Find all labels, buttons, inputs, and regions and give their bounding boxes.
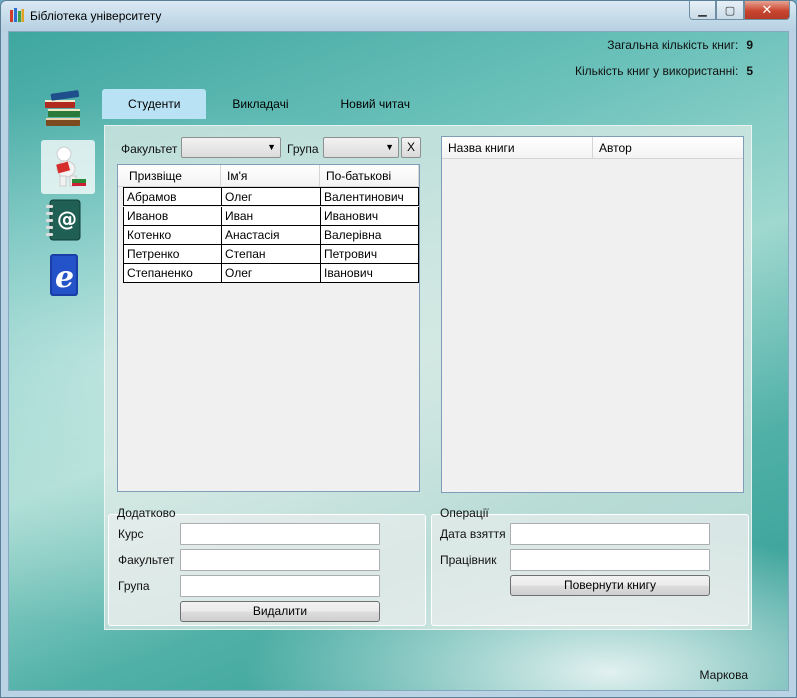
tab-label: Студенти <box>128 97 181 111</box>
column-header[interactable]: По-батькові <box>320 165 419 187</box>
date-taken-label: Дата взяття <box>440 527 506 541</box>
window-title: Бібліотека університету <box>30 9 162 23</box>
worker-label: Працівник <box>440 553 497 567</box>
author-label: Маркова <box>699 668 748 682</box>
table-cell: Иван <box>221 207 320 225</box>
tab-teachers[interactable]: Викладачі <box>206 89 314 119</box>
svg-text:@: @ <box>57 207 77 231</box>
date-taken-input[interactable] <box>510 523 710 545</box>
additional-group-title: Додатково <box>117 506 176 520</box>
group-filter-select[interactable]: ▼ <box>323 137 399 158</box>
clear-filter-button[interactable]: X <box>401 137 421 158</box>
delete-button[interactable]: Видалити <box>180 601 380 622</box>
title-bar[interactable]: Бібліотека університету ▁ ▢ ✕ <box>1 1 796 31</box>
group-input[interactable] <box>180 575 380 597</box>
table-row[interactable]: Абрамов Олег Валентинович <box>123 187 419 206</box>
group-filter-label: Група <box>287 142 319 156</box>
tab-students[interactable]: Студенти <box>102 89 207 119</box>
operations-group: Операції Дата взяття Працівник Повернути… <box>431 506 749 626</box>
table-row[interactable]: Иванов Иван Иванович <box>123 207 419 226</box>
address-book-icon[interactable]: @ <box>41 197 87 243</box>
chevron-down-icon: ▼ <box>385 142 394 152</box>
table-cell: Иванович <box>320 207 419 225</box>
course-label: Курс <box>118 527 144 541</box>
operations-group-title: Операції <box>440 506 489 520</box>
total-books-value: 9 <box>746 38 753 52</box>
column-header[interactable]: Призвіще <box>123 165 221 187</box>
total-books-label: Загальна кількість книг: <box>607 38 739 52</box>
faculty-filter-label: Факультет <box>121 142 178 156</box>
chevron-down-icon: ▼ <box>267 142 276 152</box>
books-icon[interactable] <box>41 87 87 133</box>
faculty-input[interactable] <box>180 549 380 571</box>
students-grid[interactable]: Призвіще Ім'я По-батькові Абрамов Олег В… <box>117 164 420 492</box>
tab-new-reader[interactable]: Новий читач <box>315 89 436 119</box>
table-cell: Котенко <box>123 226 221 244</box>
table-cell: Іванович <box>320 264 419 282</box>
minimize-button[interactable]: ▁ <box>689 1 716 20</box>
total-books-stat: Загальна кількість книг: 9 <box>607 38 753 52</box>
table-cell: Петренко <box>123 245 221 263</box>
window-controls: ▁ ▢ ✕ <box>689 1 790 21</box>
table-cell: Степан <box>221 245 320 263</box>
table-cell: Степаненко <box>123 264 221 282</box>
close-icon: ✕ <box>761 2 773 17</box>
table-row[interactable]: Степаненко Олег Іванович <box>123 264 419 283</box>
books-grid-header: Назва книги Автор <box>442 137 743 159</box>
table-cell: Валерівна <box>320 226 419 244</box>
e-book-icon[interactable]: e <box>41 250 87 300</box>
client-area: Загальна кількість книг: 9 Кількість книг… <box>8 31 789 691</box>
books-in-use-value: 5 <box>746 64 753 78</box>
faculty-filter-select[interactable]: ▼ <box>181 137 281 158</box>
tab-label: Викладачі <box>232 97 289 111</box>
books-app-icon <box>10 8 24 22</box>
table-cell: Иванов <box>123 207 221 225</box>
students-grid-header: Призвіще Ім'я По-батькові <box>118 165 419 187</box>
maximize-button[interactable]: ▢ <box>716 1 744 20</box>
course-input[interactable] <box>180 523 380 545</box>
table-cell: Валентинович <box>320 188 419 206</box>
tab-label: Новий читач <box>340 97 410 111</box>
svg-text:e: e <box>55 260 74 295</box>
books-in-use-stat: Кількість книг у використанні: 5 <box>575 64 753 78</box>
table-cell: Петрович <box>320 245 419 263</box>
minimize-icon: ▁ <box>698 4 707 17</box>
table-cell: Олег <box>221 188 320 206</box>
table-row[interactable]: Петренко Степан Петрович <box>123 245 419 264</box>
books-in-use-label: Кількість книг у використанні: <box>574 64 739 78</box>
tab-bar: Студенти Викладачі Новий читач <box>102 89 436 119</box>
worker-input[interactable] <box>510 549 710 571</box>
books-grid[interactable]: Назва книги Автор <box>441 136 744 493</box>
close-button[interactable]: ✕ <box>744 1 790 20</box>
reader-icon[interactable] <box>41 140 95 194</box>
additional-group: Додатково Курс Факультет Група Видалити <box>108 506 426 626</box>
students-panel: Факультет ▼ Група ▼ X Призвіще Ім'я По-б… <box>104 125 752 630</box>
column-header[interactable]: Назва книги <box>442 137 593 159</box>
table-cell: Олег <box>221 264 320 282</box>
app-window: Бібліотека університету ▁ ▢ ✕ Загальна к… <box>0 0 797 698</box>
column-header[interactable]: Автор <box>593 137 743 159</box>
table-cell: Анастасія <box>221 226 320 244</box>
faculty-label: Факультет <box>118 553 175 567</box>
table-cell: Абрамов <box>123 188 221 206</box>
column-header[interactable]: Ім'я <box>221 165 320 187</box>
return-book-button[interactable]: Повернути книгу <box>510 575 710 596</box>
table-row[interactable]: Котенко Анастасія Валерівна <box>123 226 419 245</box>
group-label: Група <box>118 579 150 593</box>
maximize-icon: ▢ <box>724 4 736 17</box>
